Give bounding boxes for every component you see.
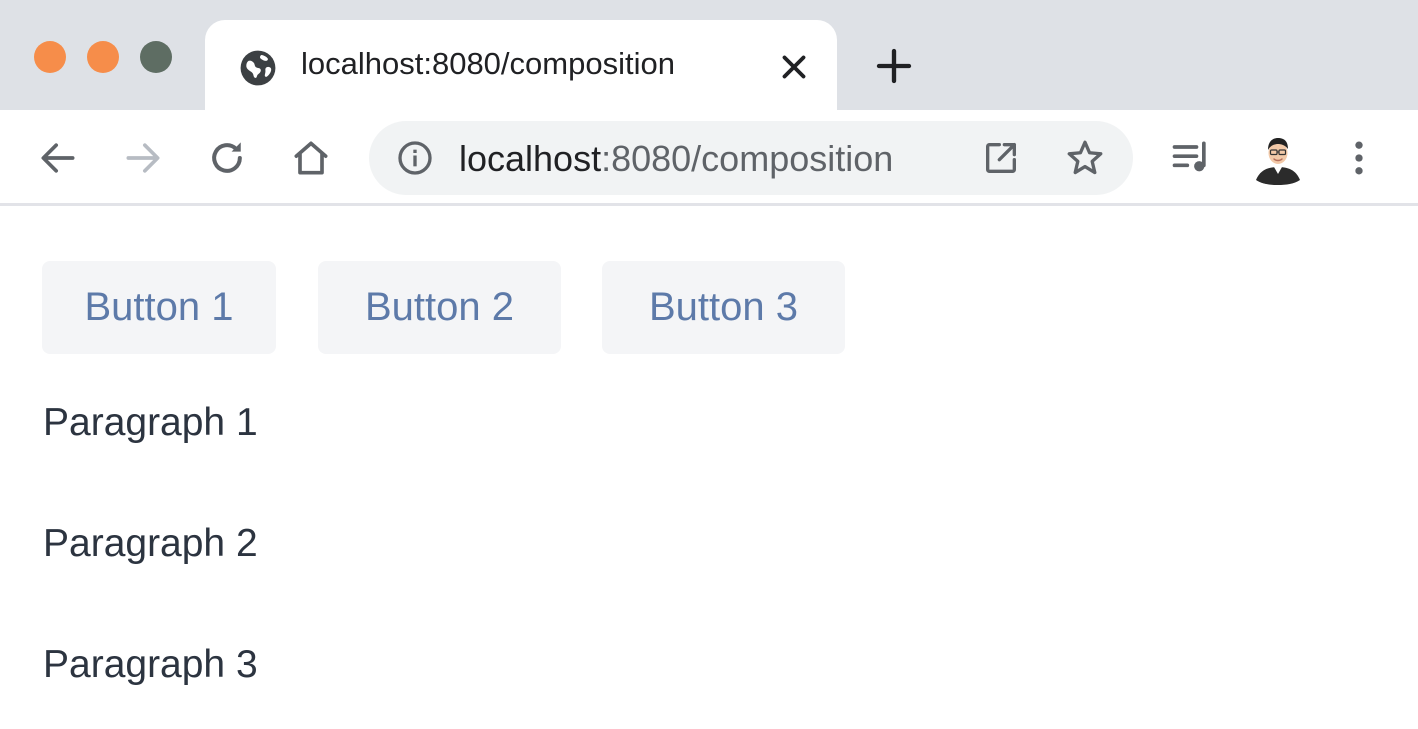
open-external-icon[interactable] (981, 138, 1021, 178)
reload-icon[interactable] (205, 136, 249, 180)
star-icon[interactable] (1064, 137, 1106, 179)
page-content: Button 1 Button 2 Button 3 Paragraph 1 P… (0, 209, 1418, 729)
address-bar[interactable]: localhost:8080/composition (369, 121, 1133, 195)
address-path: :8080/composition (601, 138, 894, 179)
address-host: localhost (459, 138, 602, 179)
browser-tab-active[interactable]: localhost:8080/composition (205, 20, 837, 112)
media-queue-icon[interactable] (1169, 136, 1213, 180)
paragraph-2: Paragraph 2 (43, 522, 258, 565)
avatar[interactable] (1252, 130, 1304, 186)
tab-title: localhost:8080/composition (301, 46, 675, 81)
button-2[interactable]: Button 2 (318, 261, 561, 354)
home-icon[interactable] (289, 136, 333, 180)
close-icon[interactable] (775, 48, 813, 86)
arrow-left-icon[interactable] (36, 136, 80, 180)
plus-icon[interactable] (874, 46, 914, 86)
window-title-bar: localhost:8080/composition (0, 0, 1418, 112)
window-minimize-button[interactable] (87, 41, 119, 73)
button-3[interactable]: Button 3 (602, 261, 845, 354)
address-url[interactable]: localhost:8080/composition (459, 138, 893, 180)
window-close-button[interactable] (34, 41, 66, 73)
info-icon[interactable] (395, 138, 435, 178)
globe-icon (240, 50, 276, 86)
paragraph-1: Paragraph 1 (43, 401, 258, 444)
button-1[interactable]: Button 1 (42, 261, 276, 354)
more-vert-icon[interactable] (1337, 136, 1381, 180)
window-maximize-button[interactable] (140, 41, 172, 73)
browser-toolbar: localhost:8080/composition (0, 110, 1418, 206)
arrow-right-icon[interactable] (121, 136, 165, 180)
paragraph-3: Paragraph 3 (43, 643, 258, 686)
